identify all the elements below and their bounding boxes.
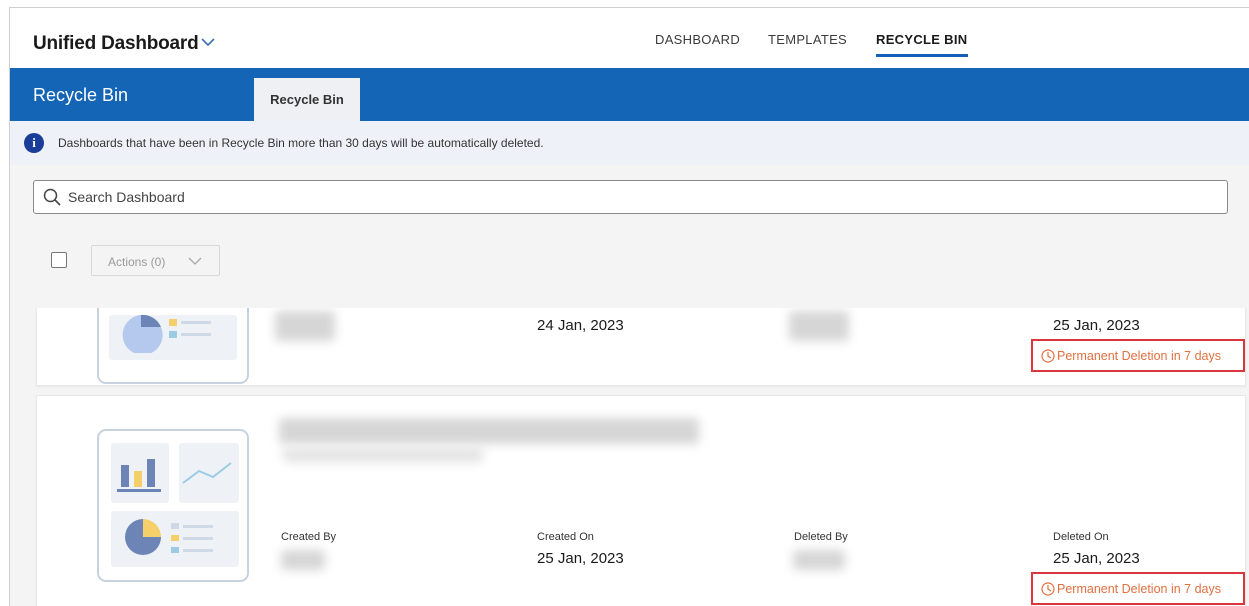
nav-dashboard[interactable]: DASHBOARD <box>655 32 740 47</box>
app-window: Unified Dashboard DASHBOARD TEMPLATES RE… <box>9 7 1249 606</box>
info-notice-text: Dashboards that have been in Recycle Bin… <box>58 136 544 150</box>
info-notice: i Dashboards that have been in Recycle B… <box>10 121 1249 165</box>
dashboard-title[interactable] <box>279 418 699 444</box>
dashboard-description <box>283 448 483 462</box>
clock-icon <box>1041 349 1055 363</box>
search-box[interactable] <box>33 180 1228 214</box>
created-by-value <box>281 550 325 570</box>
main-content: Actions (0) <box>10 165 1249 606</box>
top-header: Unified Dashboard DASHBOARD TEMPLATES RE… <box>10 8 1249 68</box>
list-item[interactable]: 24 Jan, 2023 25 Jan, 2023 Permanent Dele… <box>36 308 1246 386</box>
deleted-on-value: 25 Jan, 2023 <box>1053 550 1140 567</box>
deleted-on-label: Deleted On <box>1053 531 1109 543</box>
search-input[interactable] <box>68 181 1218 213</box>
tab-recycle-bin[interactable]: Recycle Bin <box>254 78 360 121</box>
nav-templates[interactable]: TEMPLATES <box>768 32 847 47</box>
chevron-down-icon[interactable] <box>200 34 216 50</box>
clock-icon <box>1041 582 1055 596</box>
deleted-by-value <box>793 550 845 570</box>
dashboard-thumbnail <box>97 429 249 582</box>
actions-dropdown[interactable]: Actions (0) <box>91 245 220 276</box>
created-on-value: 25 Jan, 2023 <box>537 550 624 567</box>
created-by-label: Created By <box>281 531 337 543</box>
created-by-value <box>275 311 335 341</box>
page-title: Recycle Bin <box>33 85 129 105</box>
select-all-checkbox[interactable] <box>51 252 67 268</box>
list-item[interactable]: Created By Created On 25 Jan, 2023 Delet… <box>36 395 1246 606</box>
active-nav-indicator <box>876 54 968 57</box>
app-title[interactable]: Unified Dashboard <box>33 33 199 55</box>
dashboard-list: 24 Jan, 2023 25 Jan, 2023 Permanent Dele… <box>10 308 1249 606</box>
deleted-by-value <box>789 311 849 341</box>
pie-chart-icon <box>122 314 211 353</box>
chevron-down-icon <box>188 257 202 265</box>
deleted-by-label: Deleted By <box>794 531 848 543</box>
created-on-value: 24 Jan, 2023 <box>537 317 624 334</box>
deletion-warning-text: Permanent Deletion in 7 days <box>1057 582 1221 596</box>
page-header: Recycle Bin Recycle Bin <box>10 68 1249 121</box>
created-on-label: Created On <box>537 531 594 543</box>
deletion-warning: Permanent Deletion in 7 days <box>1031 572 1245 605</box>
info-icon: i <box>24 133 44 153</box>
nav-recycle-bin[interactable]: RECYCLE BIN <box>876 32 967 47</box>
dashboard-thumbnail <box>97 308 249 384</box>
deletion-warning-text: Permanent Deletion in 7 days <box>1057 349 1221 363</box>
deleted-on-value: 25 Jan, 2023 <box>1053 317 1140 334</box>
actions-label: Actions (0) <box>108 255 166 269</box>
deletion-warning: Permanent Deletion in 7 days <box>1031 339 1245 372</box>
search-icon <box>43 188 61 206</box>
chart-thumbnail-icon <box>117 459 232 555</box>
